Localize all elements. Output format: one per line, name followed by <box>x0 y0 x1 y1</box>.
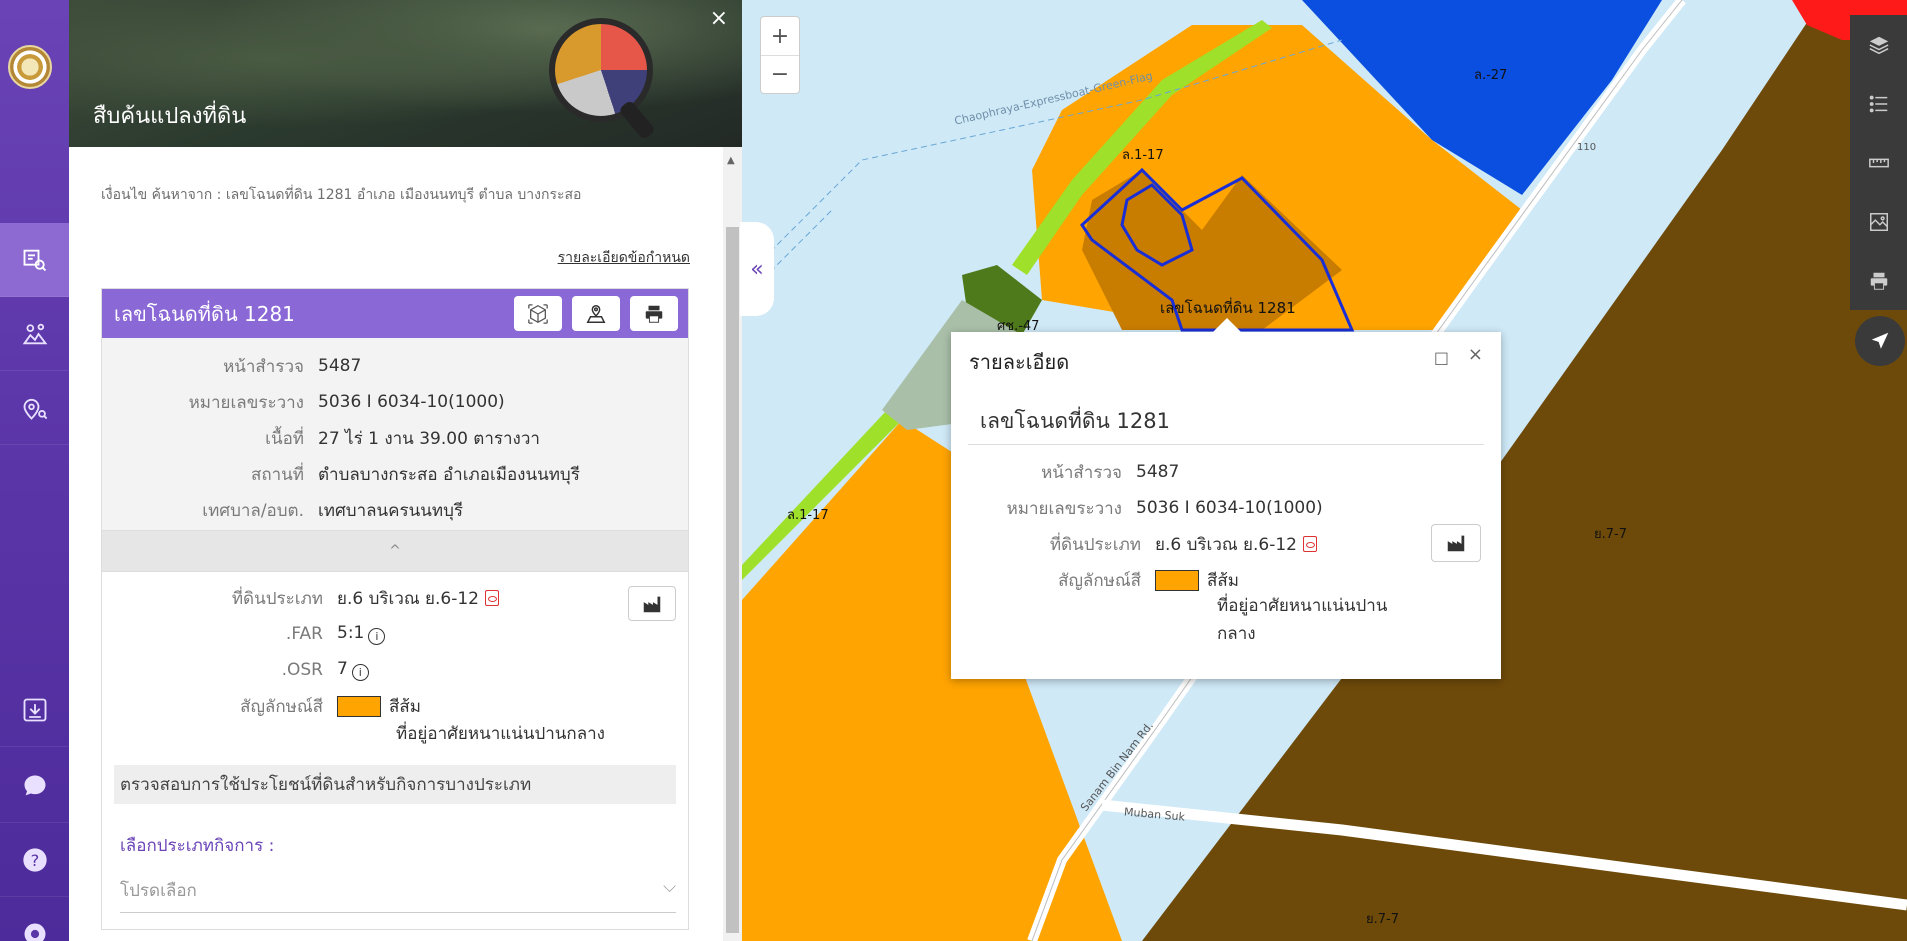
land-search-panel: สืบค้นแปลงที่ดิน × เงื่อนไข ค้นหาจาก : เ… <box>69 0 742 941</box>
info-icon[interactable]: i <box>351 664 369 681</box>
far-row: .FAR 5:1 i <box>102 616 688 652</box>
popup-row: หมายเลขระวาง 5036 I 6034-10(1000) <box>1006 498 1323 519</box>
info-row: หมายเลขระวาง 5036 I 6034-10(1000) <box>188 392 505 413</box>
map-toolbar <box>1850 15 1907 310</box>
info-row: หน้าสำรวจ 5487 <box>223 356 362 377</box>
zoning-section: ที่ดินประเภท ย.6 บริเวณ ย.6-12 .FAR 5:1 i .… <box>102 572 688 747</box>
popup-parcel-title: เลขโฉนดที่ดิน 1281 <box>980 409 1170 433</box>
symbol-row: สัญลักษณ์สี สีส้ม <box>240 696 421 717</box>
panel-title: สืบค้นแปลงที่ดิน <box>93 104 247 129</box>
info-row: เทศบาล/อบต. เทศบาลนครนนทบุรี <box>202 500 464 521</box>
popup-title: รายละเอียด <box>969 350 1070 374</box>
land-search-icon[interactable] <box>0 223 69 297</box>
agency-logo[interactable] <box>8 45 52 89</box>
cube-icon <box>528 303 548 324</box>
scroll-up-icon[interactable]: ▲ <box>727 155 735 166</box>
parcel-card-header: เลขโฉนดที่ดิน 1281 <box>102 289 688 338</box>
download-icon[interactable] <box>0 673 69 747</box>
chevron-up-icon: ^ <box>389 543 401 559</box>
map-label: ล.1-17 <box>787 508 829 523</box>
info-row: เนื้อที่ 27 ไร่ 1 งาน 39.00 ตารางวา <box>265 428 540 449</box>
road-label: 110 <box>1577 142 1597 153</box>
color-swatch <box>1155 570 1199 591</box>
list-icon[interactable] <box>1850 74 1907 133</box>
help-icon[interactable]: ? <box>0 823 69 897</box>
info-icon[interactable]: i <box>368 628 386 645</box>
osr-row: .OSR 7 i <box>102 652 688 688</box>
measure-icon[interactable] <box>1850 133 1907 192</box>
zoom-control: + − <box>760 16 800 94</box>
locate-parcel-button[interactable] <box>572 296 620 331</box>
3d-view-button[interactable] <box>514 296 562 331</box>
parcel-title: เลขโฉนดที่ดิน 1281 <box>114 301 295 326</box>
parcel-card: เลขโฉนดที่ดิน 1281 หน้าสำรวจ 5487 หมายเลข… <box>101 288 689 930</box>
print-button[interactable] <box>630 296 678 331</box>
collapse-panel-button[interactable]: « <box>740 222 774 316</box>
location-search-icon[interactable] <box>0 371 69 445</box>
settings-icon[interactable] <box>0 897 69 941</box>
map-layers-icon[interactable] <box>0 297 69 371</box>
divider <box>968 444 1484 445</box>
close-icon[interactable]: × <box>710 6 728 31</box>
basemap-icon[interactable] <box>1850 192 1907 251</box>
factory-check-button[interactable] <box>1431 524 1481 562</box>
magnifier-illustration <box>549 18 653 122</box>
chevron-down-icon: ⌵ <box>663 877 676 897</box>
detail-popup: รายละเอียด □ × เลขโฉนดที่ดิน 1281 หน้าสำ… <box>951 318 1501 679</box>
map-label: ย.7-7 <box>1366 912 1399 927</box>
navigate-location-icon[interactable] <box>1855 316 1905 366</box>
color-swatch <box>337 696 381 717</box>
zoom-out-button[interactable]: − <box>761 55 799 93</box>
parcel-map-label: เลขโฉนดที่ดิน 1281 <box>1160 299 1296 317</box>
terms-detail-link[interactable]: รายละเอียดข้อกำหนด <box>558 247 690 269</box>
close-icon[interactable]: × <box>1468 344 1483 365</box>
chat-icon[interactable] <box>0 749 69 823</box>
svg-text:?: ? <box>30 850 39 869</box>
pdf-icon[interactable] <box>485 589 499 606</box>
layers-icon[interactable] <box>1850 15 1907 74</box>
map-label: ล.-27 <box>1474 68 1508 83</box>
popup-row: หน้าสำรวจ 5487 <box>1041 462 1180 483</box>
map-label: ล.1-17 <box>1122 148 1164 163</box>
search-criteria-text: เงื่อนไข ค้นหาจาก : เลขโฉนดที่ดิน 1281 อ… <box>101 187 582 203</box>
business-type-select[interactable]: โปรดเลือก ⌵ <box>120 877 676 913</box>
factory-check-button[interactable] <box>628 586 676 621</box>
collapse-toggle[interactable]: ^ <box>102 530 688 572</box>
pdf-icon[interactable] <box>1303 535 1317 552</box>
parcel-info-section: หน้าสำรวจ 5487 หมายเลขระวาง 5036 I 6034-10… <box>102 338 688 530</box>
popup-zone-row: ที่ดินประเภท ย.6 บริเวณ ย.6-12 <box>951 526 1501 562</box>
printer-icon <box>645 305 663 323</box>
zoom-in-button[interactable]: + <box>761 17 799 55</box>
factory-icon <box>643 596 661 612</box>
factory-icon <box>1447 535 1465 552</box>
panel-header: สืบค้นแปลงที่ดิน × <box>69 0 742 147</box>
business-check-header: ตรวจสอบการใช้ประโยชน์ที่ดินสำหรับกิจการบ… <box>114 765 676 804</box>
popup-symbol-description: ที่อยู่อาศัยหนาแน่นปาน กลาง <box>1217 596 1388 644</box>
maximize-icon[interactable]: □ <box>1434 348 1449 367</box>
zone-type-row: ที่ดินประเภท ย.6 บริเวณ ย.6-12 <box>102 580 688 616</box>
symbol-description: ที่อยู่อาศัยหนาแน่นปานกลาง <box>396 724 605 744</box>
map-label: ย.7-7 <box>1594 527 1627 542</box>
map-pin-icon <box>586 304 606 323</box>
scrollbar-thumb[interactable] <box>726 227 739 933</box>
business-type-label: เลือกประเภทกิจการ : <box>120 836 275 856</box>
print-map-icon[interactable] <box>1850 251 1907 310</box>
left-nav-rail: ? <box>0 0 69 941</box>
info-row: สถานที่ ตำบลบางกระสอ อำเภอเมืองนนทบุรี <box>250 464 580 485</box>
